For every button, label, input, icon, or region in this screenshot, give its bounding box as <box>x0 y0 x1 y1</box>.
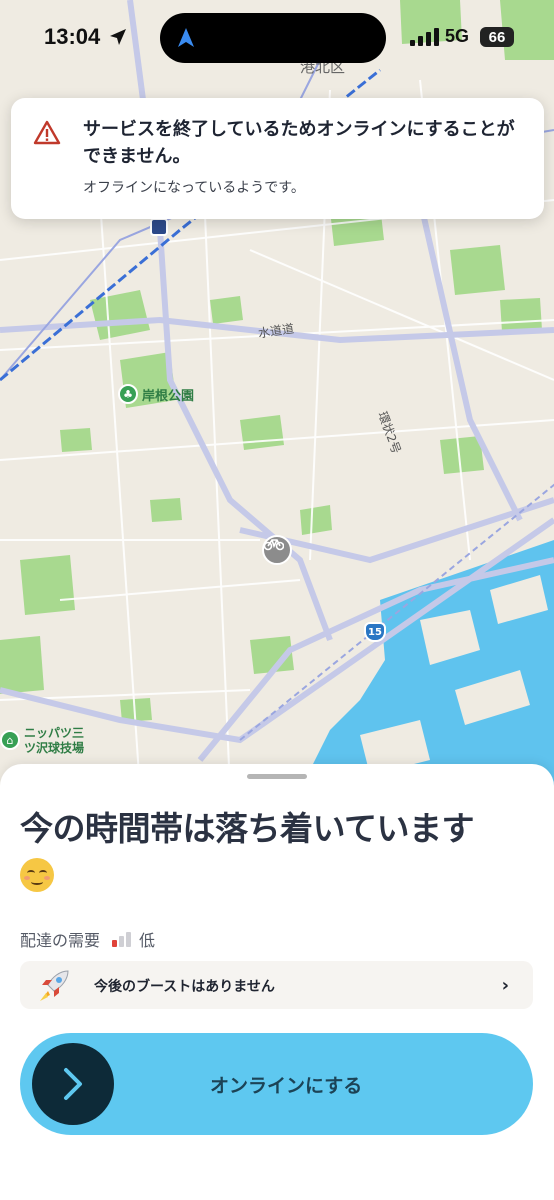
demand-level: 低 <box>139 931 156 950</box>
chevron-right-icon: › <box>501 975 509 996</box>
go-online-slider[interactable]: オンラインにする <box>20 1033 533 1135</box>
warning-triangle-icon <box>33 120 61 145</box>
delivery-demand-row: 配達の需要 低 <box>20 927 155 951</box>
tree-icon: ♣ <box>118 384 138 404</box>
park-poi[interactable]: ♣ 岸根公園 <box>118 384 194 404</box>
go-online-label: オンラインにする <box>210 1075 363 1097</box>
bicycle-icon <box>264 539 284 551</box>
demand-label: 配達の需要 <box>20 931 101 950</box>
navigation-arrow-icon <box>178 28 194 47</box>
cellular-signal-icon <box>410 28 439 46</box>
route-shield: 15 <box>364 622 386 642</box>
bottom-sheet[interactable]: 今の時間帯は落ち着いています 配達の需要 低 今後のブーストはありません › オ… <box>0 764 554 1200</box>
boost-row[interactable]: 今後のブーストはありません › <box>20 961 533 1009</box>
stadium-poi[interactable]: ⌂ ニッパツ三ツ沢球技場 <box>0 726 86 756</box>
alert-title: サービスを終了しているためオンラインにすることができません。 <box>83 119 515 167</box>
alert-message: オフラインになっているようです。 <box>83 180 305 196</box>
network-type: 5G <box>445 26 470 46</box>
stadium-icon: ⌂ <box>0 730 20 750</box>
stadium-name: ニッパツ三ツ沢球技場 <box>24 726 85 755</box>
rocket-icon <box>40 970 69 1001</box>
offline-alert-banner[interactable]: サービスを終了しているためオンラインにすることができません。 オフラインになって… <box>11 98 544 219</box>
bicycle-location-marker[interactable] <box>262 535 292 565</box>
sheet-drag-handle[interactable] <box>247 774 307 779</box>
headline-text: 今の時間帯は落ち着いています <box>20 809 475 848</box>
slider-knob[interactable] <box>32 1043 114 1125</box>
park-name: 岸根公園 <box>142 388 195 404</box>
demand-level-bars-icon <box>112 931 132 947</box>
demand-headline: 今の時間帯は落ち着いています <box>20 806 540 898</box>
location-arrow-icon <box>110 29 126 45</box>
train-station-icon <box>150 218 168 236</box>
relieved-face-icon <box>20 858 54 892</box>
status-bar: 13:04 5G 66 <box>0 0 554 80</box>
clock: 13:04 <box>44 24 101 49</box>
battery-indicator: 66 <box>480 27 514 47</box>
chevron-right-icon <box>64 1068 82 1100</box>
boost-label: 今後のブーストはありません <box>94 979 275 995</box>
